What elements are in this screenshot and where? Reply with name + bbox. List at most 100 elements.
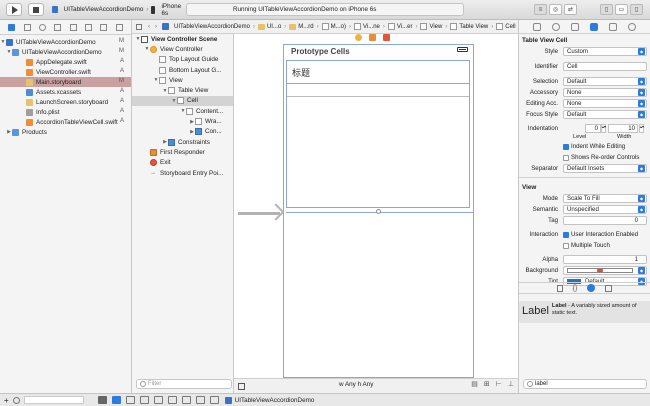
nav-group-row[interactable]: ▼ UITableViewAccordionDemo M (0, 47, 131, 57)
breadcrumb-item[interactable]: Vi...er (387, 23, 412, 30)
step-in-icon[interactable] (153, 396, 163, 404)
nav-file-row[interactable]: ViewController.swift A (0, 67, 131, 77)
semantic-popup[interactable]: Unspecified (563, 205, 647, 214)
navigator-filter-field[interactable] (23, 396, 84, 404)
accessory-popup[interactable]: None (563, 88, 647, 97)
nav-file-row[interactable]: Main.storyboard M (0, 77, 131, 87)
align-icon[interactable]: ⊞ (484, 380, 490, 388)
related-items-icon[interactable] (136, 23, 142, 30)
outline-item[interactable]: ▼ Table View (132, 85, 233, 95)
project-nav-icon[interactable] (8, 23, 16, 31)
file-template-icon[interactable] (556, 284, 563, 292)
outline-item[interactable]: Bottom Layout G... (132, 65, 233, 75)
nav-file-row[interactable]: Assets.xcassets A (0, 87, 131, 97)
outline-item[interactable]: ▶ Con... (132, 127, 233, 137)
background-color-well[interactable] (563, 266, 647, 275)
first-responder-icon[interactable] (369, 34, 376, 41)
nav-file-row[interactable]: LaunchScreen.storyboard A (0, 97, 131, 107)
outline-toggle-icon[interactable] (238, 382, 245, 390)
indent-width-field[interactable]: 10 (608, 124, 638, 133)
connections-inspector-icon[interactable] (628, 22, 637, 31)
step-over-icon[interactable] (139, 396, 149, 404)
focus-style-popup[interactable]: Default (563, 110, 647, 119)
breadcrumb-item[interactable]: UITableViewAccordionDemo (162, 23, 250, 30)
indent-level-stepper[interactable]: ▴▾ (601, 124, 606, 133)
shows-reorder-checkbox[interactable]: Shows Re-order Controls (563, 154, 639, 161)
nav-file-row[interactable]: Info.plist A (0, 107, 131, 117)
pause-icon[interactable] (125, 396, 135, 404)
pin-icon[interactable]: ⊢ (496, 380, 502, 388)
issue-nav-icon[interactable] (54, 23, 62, 31)
indent-while-editing-checkbox[interactable]: Indent While Editing (563, 143, 625, 150)
utilities-toggle-icon[interactable]: ▯ (630, 4, 643, 15)
add-icon[interactable]: + (4, 396, 9, 405)
memory-graph-icon[interactable] (195, 396, 205, 404)
outline-item[interactable]: First Responder (132, 147, 233, 157)
quick-help-icon[interactable] (551, 22, 560, 31)
outline-item[interactable]: ▶ Constraints (132, 137, 233, 147)
storyboard-entry-arrow[interactable] (238, 212, 280, 215)
code-snippet-icon[interactable]: {} (573, 285, 578, 292)
view-debugger-icon[interactable] (181, 396, 191, 404)
media-library-icon[interactable] (605, 284, 613, 292)
navigator-toggle-icon[interactable]: ▯ (600, 4, 613, 15)
debug-nav-icon[interactable] (85, 23, 93, 31)
symbol-nav-icon[interactable] (23, 23, 31, 31)
alpha-field[interactable]: 1 (563, 255, 647, 264)
size-class-control[interactable]: w Any h Any (339, 381, 373, 388)
run-button[interactable] (6, 3, 22, 16)
forward-arrow-icon[interactable]: › (155, 24, 157, 30)
library-search-field[interactable]: label (523, 379, 647, 389)
resolve-icon[interactable]: ⊥ (508, 380, 514, 388)
style-popup[interactable]: Custom (563, 47, 647, 56)
breadcrumb-item[interactable]: View (420, 23, 442, 30)
outline-filter-field[interactable]: Filter (136, 379, 232, 389)
outline-item[interactable]: ▶ Wra... (132, 116, 233, 126)
cell-title-label[interactable]: 标题 (292, 66, 310, 79)
breadcrumb-item[interactable]: UI...o (257, 23, 281, 30)
indent-level-field[interactable]: 0 (585, 124, 601, 133)
console-toggle-icon[interactable] (97, 396, 107, 404)
report-nav-icon[interactable] (115, 23, 123, 31)
stop-button[interactable] (28, 3, 44, 16)
attributes-inspector-icon[interactable] (590, 22, 599, 31)
prototype-cell[interactable] (287, 61, 469, 84)
breakpoints-icon[interactable] (111, 396, 121, 404)
simulate-location-icon[interactable] (209, 396, 219, 404)
exit-icon[interactable] (383, 34, 390, 41)
selection-popup[interactable]: Default (563, 77, 647, 86)
outline-scene-row[interactable]: ▼ View Controller Scene (132, 34, 233, 44)
outline-item[interactable]: ▼ Content... (132, 106, 233, 116)
filter-icon[interactable] (12, 396, 20, 404)
breadcrumb-item[interactable]: M...rd (289, 23, 314, 30)
nav-file-row[interactable]: AppDelegate.swift A (0, 57, 131, 67)
size-inspector-icon[interactable] (609, 22, 618, 31)
editing-accessory-popup[interactable]: None (563, 99, 647, 108)
step-out-icon[interactable] (167, 396, 177, 404)
stack-icon[interactable]: ▤ (471, 380, 478, 388)
tag-field[interactable]: 0 (563, 216, 647, 225)
identifier-field[interactable]: Cell (563, 62, 647, 71)
debug-toggle-icon[interactable]: ▭ (615, 4, 628, 15)
object-library-icon[interactable] (587, 284, 596, 292)
outline-item[interactable]: → Storyboard Entry Poi... (132, 168, 233, 178)
test-nav-icon[interactable] (69, 23, 77, 31)
outline-item[interactable]: Exit (132, 158, 233, 168)
identity-inspector-icon[interactable] (570, 22, 579, 31)
find-nav-icon[interactable] (38, 23, 46, 31)
breadcrumb-item[interactable]: Cell (496, 23, 516, 30)
editor-version-icon[interactable]: ⇄ (564, 4, 577, 15)
breakpoint-nav-icon[interactable] (100, 23, 108, 31)
outline-item[interactable]: Top Layout Guide (132, 55, 233, 65)
library-item-label[interactable]: Label Label - A variably sized amount of… (519, 301, 650, 323)
resize-handle[interactable] (376, 209, 381, 214)
cell-content-view[interactable] (287, 84, 469, 97)
outline-item[interactable]: ▼ Cell (132, 95, 233, 107)
scheme-selector[interactable]: UITableViewAccordionDemo › iPhone 6s (52, 3, 184, 17)
indent-width-stepper[interactable]: ▴▾ (639, 124, 644, 133)
nav-file-row[interactable]: AccordionTableViewCell.swift A (0, 117, 131, 127)
breadcrumb-item[interactable]: Table View (450, 23, 488, 30)
outline-item[interactable]: ▼ View (132, 75, 233, 85)
breadcrumb-item[interactable]: M...o) (321, 23, 346, 30)
separator-popup[interactable]: Default Insets (563, 164, 647, 173)
